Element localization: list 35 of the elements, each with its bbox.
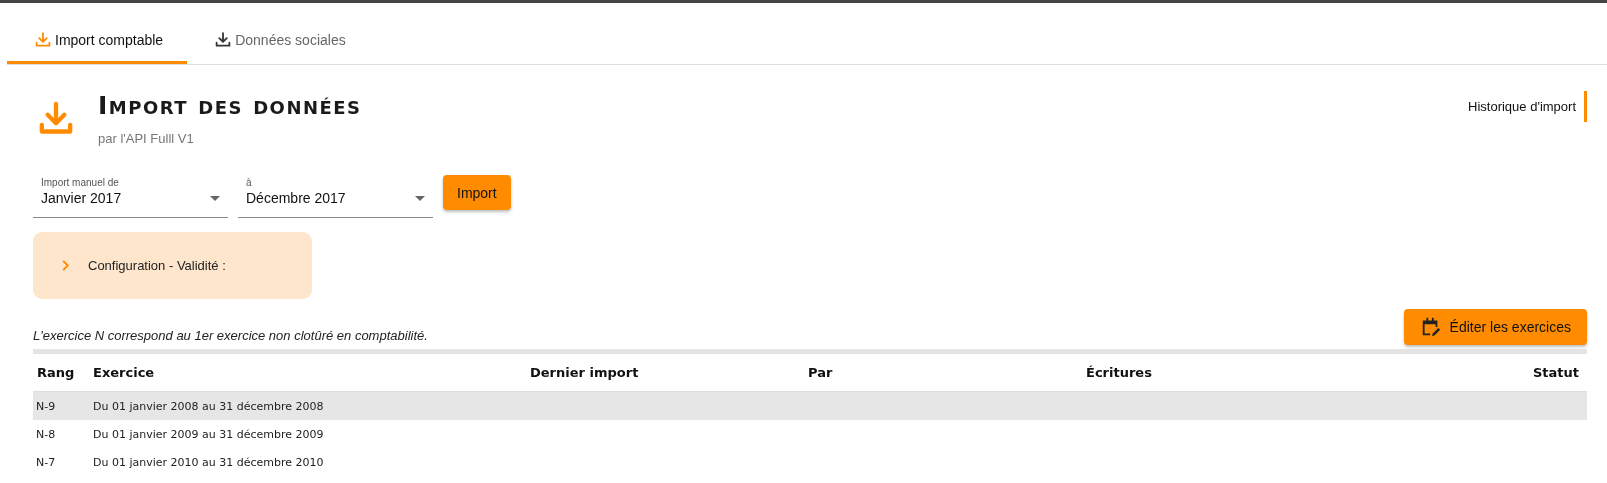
field-value: Décembre 2017 bbox=[246, 190, 346, 206]
table-cell-text: Du 01 janvier 2010 au 31 décembre 2010 bbox=[93, 455, 325, 469]
table-cell-text: N-7 bbox=[35, 455, 57, 469]
table-row[interactable]: N-7 Du 01 janvier 2010 au 31 décembre 2010 bbox=[33, 448, 1587, 476]
table-cell-text: N-8 bbox=[35, 427, 57, 441]
page-title: Import des données bbox=[98, 91, 363, 121]
field-label: Import manuel de bbox=[41, 177, 120, 188]
column-header: Rang bbox=[36, 365, 76, 380]
select-field[interactable]: Import manuel de Janvier 2017 bbox=[33, 173, 228, 218]
download-icon bbox=[34, 31, 52, 49]
tab[interactable]: Données sociales bbox=[187, 19, 370, 64]
column-header: Statut bbox=[1532, 365, 1580, 380]
history-link[interactable]: Historique d'import bbox=[1468, 91, 1587, 122]
column-header: Dernier import bbox=[530, 365, 640, 380]
field-label: à bbox=[246, 177, 253, 188]
column-header: Par bbox=[808, 365, 834, 380]
column-header: Exercice bbox=[93, 365, 156, 380]
table-cell-text: Du 01 janvier 2008 au 31 décembre 2008 bbox=[93, 399, 325, 413]
chevron-icon bbox=[61, 259, 70, 272]
table-row[interactable]: N-9 Du 01 janvier 2008 au 31 décembre 2008 bbox=[33, 392, 1587, 420]
field-value: Janvier 2017 bbox=[41, 190, 122, 206]
note-text: L'exercice N correspond au 1er exercice non clotûré en comptabilité. bbox=[33, 328, 428, 345]
import-button[interactable]: Import bbox=[443, 175, 511, 210]
download-icon bbox=[214, 31, 233, 49]
select-field[interactable]: à Décembre 2017 bbox=[238, 173, 433, 218]
config-panel[interactable]: Configuration - Validité : bbox=[33, 232, 312, 299]
table-cell-text: N-9 bbox=[35, 399, 57, 413]
table-row[interactable]: N-8 Du 01 janvier 2009 au 31 décembre 2009 bbox=[33, 420, 1587, 448]
table-cell-text: Du 01 janvier 2009 au 31 décembre 2009 bbox=[93, 427, 325, 441]
caret-icon bbox=[210, 195, 220, 201]
caret-icon bbox=[415, 195, 425, 201]
edit-exercises-button[interactable]: Éditer les exercices bbox=[1403, 309, 1587, 345]
tab[interactable]: Import comptable bbox=[7, 19, 188, 64]
column-header: Écritures bbox=[1086, 365, 1153, 380]
page-subtitle: par l'API Fulll V1 bbox=[98, 131, 195, 146]
